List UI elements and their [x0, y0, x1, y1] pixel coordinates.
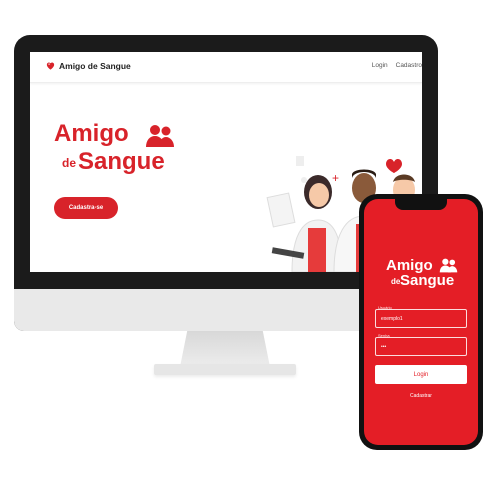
phone-notch: [395, 199, 447, 210]
svg-text:+: +: [332, 171, 339, 185]
password-field[interactable]: •••: [375, 337, 467, 356]
heart-icon: [46, 62, 55, 70]
site-navbar: Amigo de Sangue Login Cadastro: [30, 52, 422, 83]
register-link[interactable]: Cadastrar: [375, 393, 467, 399]
user-field[interactable]: exemplo1: [375, 309, 467, 328]
nav-brand[interactable]: Amigo de Sangue: [45, 60, 131, 71]
people-hug-icon: [146, 125, 174, 147]
login-button[interactable]: Login: [375, 365, 467, 384]
nav-links: Login Cadastro: [372, 62, 422, 69]
phone-logo-word-de: de: [391, 277, 401, 286]
nav-login-link[interactable]: Login: [372, 62, 388, 69]
hero-logo-word-de: de: [62, 156, 77, 170]
phone-screen: Amigo de Sangue Usuário exemplo1 Senha •…: [364, 199, 478, 445]
monitor-stand-base: [154, 364, 296, 375]
phone-device: Amigo de Sangue Usuário exemplo1 Senha •…: [359, 194, 483, 450]
monitor-stand-neck: [180, 331, 270, 367]
hero-logo-word-sangue: Sangue: [78, 148, 165, 175]
nav-register-link[interactable]: Cadastro: [396, 62, 422, 69]
register-cta-button[interactable]: Cadastra-se: [54, 197, 118, 219]
people-hug-icon: [439, 258, 458, 273]
nav-brand-text: Amigo de Sangue: [59, 60, 131, 71]
hero-logo-word-amigo: Amigo: [54, 120, 129, 147]
phone-logo-word-sangue: Sangue: [400, 272, 455, 289]
